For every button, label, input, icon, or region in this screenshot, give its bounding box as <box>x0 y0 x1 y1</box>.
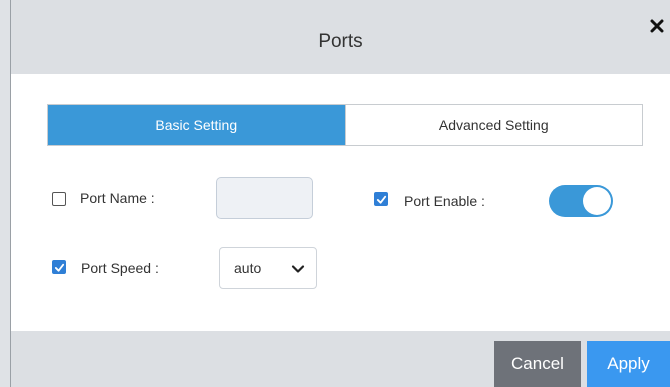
settings-tabs: Basic Setting Advanced Setting <box>47 104 643 146</box>
toggle-knob <box>583 187 611 215</box>
port-speed-value: auto <box>234 260 262 276</box>
port-speed-label: Port Speed : <box>81 260 159 276</box>
tab-advanced-setting[interactable]: Advanced Setting <box>344 105 642 145</box>
port-name-label: Port Name : <box>80 190 155 206</box>
checkmark-icon <box>54 263 64 272</box>
dialog-title: Ports <box>318 31 363 52</box>
port-name-input[interactable] <box>216 177 313 219</box>
ports-dialog: Ports Basic Setting Advanced Setting Por… <box>11 0 670 387</box>
background-window-edge <box>0 0 11 387</box>
tab-basic-setting[interactable]: Basic Setting <box>48 105 345 145</box>
apply-button[interactable]: Apply <box>587 341 670 387</box>
port-enable-checkbox[interactable] <box>374 192 388 206</box>
cancel-button[interactable]: Cancel <box>494 341 581 387</box>
close-x-glyph <box>650 19 664 33</box>
checkmark-icon <box>376 195 386 204</box>
port-enable-label: Port Enable : <box>404 193 485 209</box>
close-icon[interactable] <box>650 15 664 37</box>
port-speed-select[interactable]: auto <box>219 247 317 289</box>
port-name-checkbox[interactable] <box>52 192 66 206</box>
port-enable-toggle[interactable] <box>549 185 613 217</box>
chevron-down-icon <box>291 265 305 273</box>
port-speed-checkbox[interactable] <box>52 260 66 274</box>
